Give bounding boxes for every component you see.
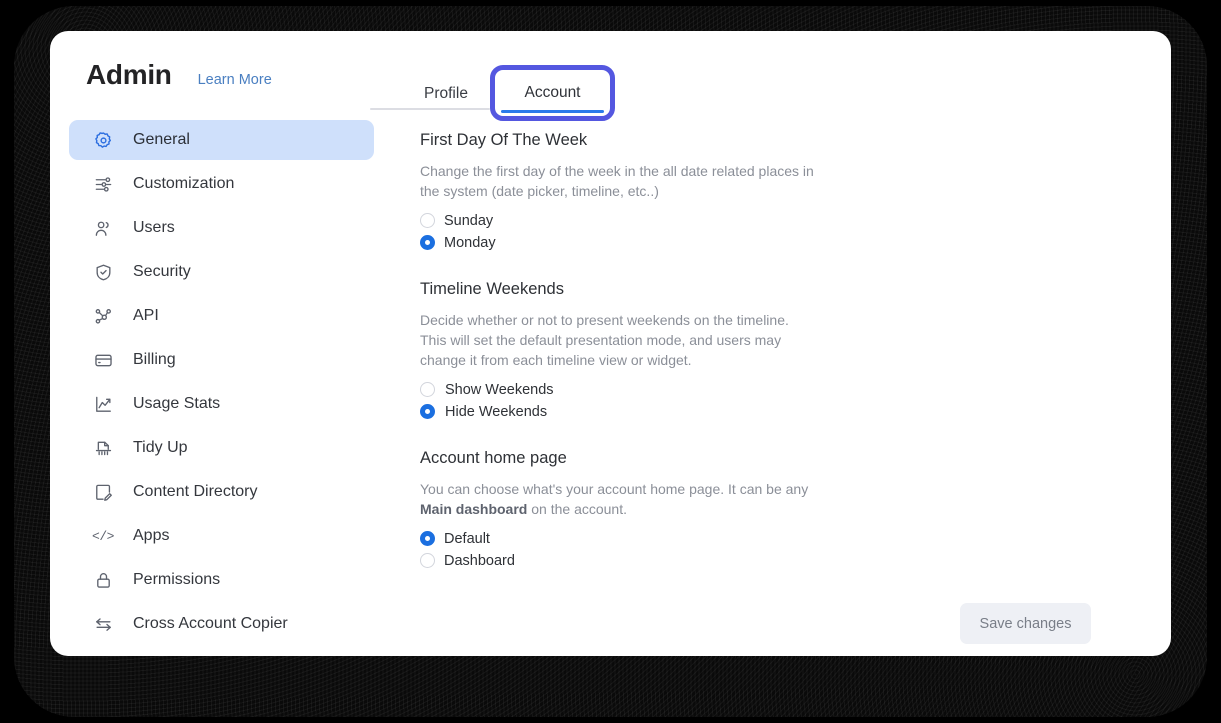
radio-option-sunday[interactable]: Sunday [420, 210, 820, 231]
sidebar-item-security[interactable]: Security [69, 252, 374, 292]
document-edit-icon [93, 482, 113, 502]
sidebar-item-label: Customization [133, 175, 235, 192]
sidebar-item-label: Permissions [133, 571, 221, 588]
section-title: First Day Of The Week [420, 131, 588, 149]
radio-option-show-weekends[interactable]: Show Weekends [420, 379, 820, 400]
sidebar-item-usage-stats[interactable]: Usage Stats [69, 384, 374, 424]
sidebar-item-billing[interactable]: Billing [69, 340, 374, 380]
section-description: Change the first day of the week in the … [420, 163, 814, 199]
sidebar-item-apps[interactable]: </> Apps [69, 516, 374, 556]
sidebar-item-customization[interactable]: Customization [69, 164, 374, 204]
section-title: Account home page [420, 449, 567, 467]
description-emphasis: Main dashboard [420, 501, 528, 517]
radio-option-default[interactable]: Default [420, 528, 820, 549]
shield-check-icon [93, 262, 113, 282]
transfer-arrows-icon [93, 614, 113, 634]
section-account-home-page: Account home page You can choose what's … [420, 449, 820, 571]
sidebar-item-label: Users [133, 219, 175, 236]
settings-sections: First Day Of The Week Change the first d… [420, 131, 820, 598]
radio-label: Dashboard [444, 552, 515, 569]
page-title: Admin [86, 59, 172, 90]
radio-option-monday[interactable]: Monday [420, 232, 820, 253]
sidebar-item-users[interactable]: Users [69, 208, 374, 248]
sidebar-nav: General Customization Users Security API… [69, 120, 374, 648]
tab-account-underline [501, 110, 604, 113]
shredder-icon [93, 438, 113, 458]
radio-label: Hide Weekends [445, 403, 548, 420]
sidebar-item-label: General [133, 131, 190, 148]
radio-indicator[interactable] [420, 213, 435, 228]
tab-account-focus-ring: Account [490, 65, 615, 121]
radio-label: Monday [444, 234, 496, 251]
line-chart-icon [93, 394, 113, 414]
section-timeline-weekends: Timeline Weekends Decide whether or not … [420, 280, 820, 422]
radio-indicator[interactable] [420, 382, 435, 397]
radio-indicator[interactable] [420, 553, 435, 568]
nodes-icon [93, 306, 113, 326]
users-icon [93, 218, 113, 238]
sidebar-item-label: Cross Account Copier [133, 615, 288, 632]
admin-settings-card: Admin Learn More General Customization U… [50, 31, 1171, 656]
sidebar-item-label: Security [133, 263, 191, 280]
screenshot-stage: Admin Learn More General Customization U… [0, 0, 1221, 723]
radio-option-dashboard[interactable]: Dashboard [420, 550, 820, 571]
description-part: on the account. [527, 501, 627, 517]
sidebar-item-label: Tidy Up [133, 439, 188, 456]
sidebar-item-label: API [133, 307, 159, 324]
learn-more-link[interactable]: Learn More [198, 72, 272, 88]
sidebar-item-permissions[interactable]: Permissions [69, 560, 374, 600]
sidebar-item-content-directory[interactable]: Content Directory [69, 472, 374, 512]
radio-indicator-selected[interactable] [420, 404, 435, 419]
sidebar-item-general[interactable]: General [69, 120, 374, 160]
save-changes-button[interactable]: Save changes [960, 603, 1091, 644]
credit-card-icon [93, 350, 113, 370]
sliders-icon [93, 174, 113, 194]
settings-content: Profile Account First Day Of The Week Ch… [370, 31, 1171, 656]
gear-icon [93, 130, 113, 150]
sidebar-item-tidy-up[interactable]: Tidy Up [69, 428, 374, 468]
sidebar-item-label: Apps [133, 527, 170, 544]
sidebar: Admin Learn More General Customization U… [50, 31, 390, 656]
radio-option-hide-weekends[interactable]: Hide Weekends [420, 401, 820, 422]
radio-label: Default [444, 530, 490, 547]
tab-profile[interactable]: Profile [414, 79, 478, 109]
radio-indicator-selected[interactable] [420, 531, 435, 546]
section-title: Timeline Weekends [420, 280, 564, 298]
section-description: Decide whether or not to present weekend… [420, 312, 789, 368]
description-part: You can choose what's your account home … [420, 481, 809, 497]
tab-bar: Profile Account [370, 49, 790, 121]
sidebar-item-api[interactable]: API [69, 296, 374, 336]
lock-icon [93, 570, 113, 590]
sidebar-item-label: Billing [133, 351, 176, 368]
radio-label: Sunday [444, 212, 494, 229]
sidebar-item-cross-account-copier[interactable]: Cross Account Copier [69, 604, 374, 644]
section-description: You can choose what's your account home … [420, 479, 816, 519]
sidebar-item-label: Content Directory [133, 483, 258, 500]
radio-indicator-selected[interactable] [420, 235, 435, 250]
section-first-day-of-week: First Day Of The Week Change the first d… [420, 131, 820, 253]
brand-row: Admin Learn More [86, 59, 272, 91]
sidebar-item-label: Usage Stats [133, 395, 221, 412]
radio-label: Show Weekends [445, 381, 554, 398]
code-icon: </> [92, 528, 114, 544]
